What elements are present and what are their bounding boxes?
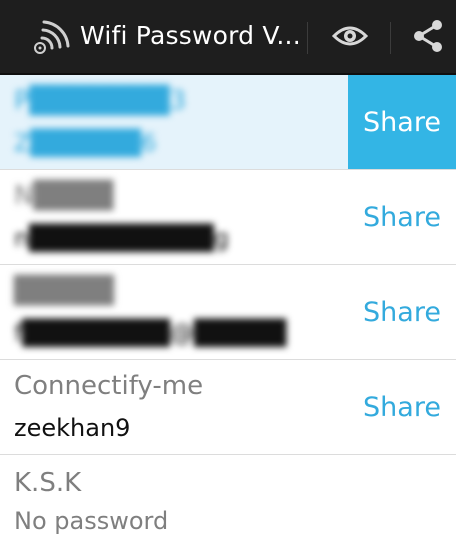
network-password: No password <box>14 507 169 535</box>
share-button[interactable]: Share <box>348 170 456 264</box>
network-list: P███████3 Z██████6 Share N████ n████████… <box>0 75 456 545</box>
network-name: K.S.K <box>14 468 82 498</box>
share-all-button[interactable] <box>400 0 456 75</box>
network-name: N████ <box>14 181 114 211</box>
network-row[interactable]: P███████3 Z██████6 Share <box>0 75 456 170</box>
network-password: f████████@█████ <box>14 319 287 347</box>
network-password: zeekhan9 <box>14 414 131 442</box>
app-title: Wifi Password V... <box>80 21 301 50</box>
eye-button[interactable] <box>317 0 383 75</box>
action-divider <box>390 22 391 54</box>
action-bar: Wifi Password V... <box>0 0 456 75</box>
share-icon <box>412 18 444 58</box>
share-button[interactable]: Share <box>348 360 456 454</box>
share-button[interactable]: Share <box>348 75 456 169</box>
network-name: P███████3 <box>14 86 187 116</box>
action-divider <box>307 22 308 54</box>
network-name: █████ <box>14 276 114 306</box>
network-row[interactable]: K.S.K No password <box>0 455 456 545</box>
wifi-app-icon[interactable] <box>26 18 72 58</box>
eye-icon <box>331 24 369 52</box>
share-button[interactable]: Share <box>348 265 456 359</box>
network-row[interactable]: N████ n██████████g Share <box>0 170 456 265</box>
network-password: Z██████6 <box>14 129 157 157</box>
network-row[interactable]: Connectify-me zeekhan9 Share <box>0 360 456 455</box>
network-row[interactable]: █████ f████████@█████ Share <box>0 265 456 360</box>
network-password: n██████████g <box>14 224 230 252</box>
network-name: Connectify-me <box>14 371 204 401</box>
